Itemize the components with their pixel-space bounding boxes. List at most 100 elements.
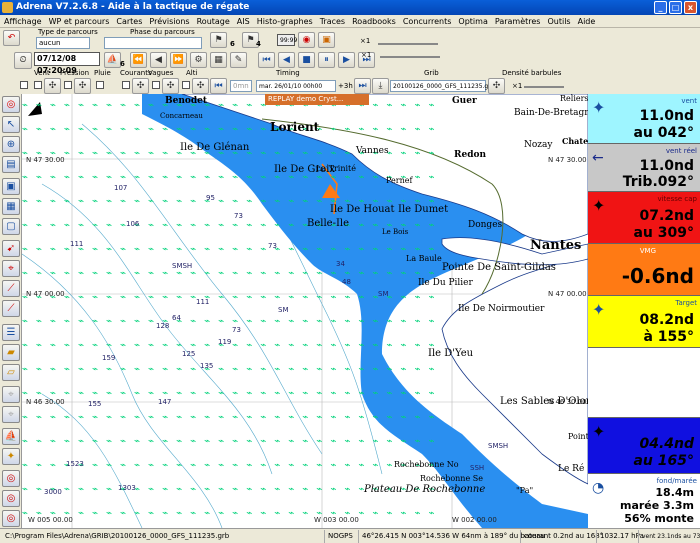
- densite-slider[interactable]: [524, 86, 564, 88]
- coord-label: N 47 30.00: [26, 156, 65, 164]
- disabled-tool-2-icon[interactable]: ⌖: [2, 406, 20, 423]
- grib-file-field[interactable]: 20100126_0000_GFS_111235.grb: [390, 80, 495, 92]
- target-2-icon[interactable]: ◎: [2, 490, 20, 507]
- settings-icon[interactable]: ⚙: [190, 52, 207, 68]
- panel-vent[interactable]: ✦ vent 11.0nd au 042°: [588, 94, 700, 144]
- alti-layer-icon[interactable]: ✣: [192, 78, 209, 94]
- timing-offset[interactable]: 0mn: [230, 80, 252, 92]
- grid-tool-icon[interactable]: ▦: [2, 198, 20, 215]
- vagues-layer-icon[interactable]: ✣: [162, 78, 179, 94]
- prev-icon[interactable]: ◀: [278, 52, 295, 68]
- menu-optima[interactable]: Optima: [458, 15, 487, 27]
- vent-layer-icon[interactable]: ✣: [44, 78, 61, 94]
- menu-histo-graphes[interactable]: Histo-graphes: [257, 15, 313, 27]
- menu-affichage[interactable]: Affichage: [4, 15, 42, 27]
- menu-roadbooks[interactable]: Roadbooks: [352, 15, 396, 27]
- place-label: Guer: [452, 96, 477, 106]
- layer-alti-checkbox[interactable]: [182, 81, 190, 89]
- phase-parcours-select[interactable]: [104, 37, 202, 49]
- panel-vmg[interactable]: VMG -0.6nd: [588, 244, 700, 296]
- menu-concurrents[interactable]: Concurrents: [403, 15, 452, 27]
- menu-traces[interactable]: Traces: [320, 15, 345, 27]
- undo-icon[interactable]: ↶: [3, 30, 20, 46]
- target-3-icon[interactable]: ◎: [2, 510, 20, 527]
- layer-vent-checkbox[interactable]: [34, 81, 42, 89]
- depth-label: SM: [278, 306, 289, 314]
- wind-barb-icon[interactable]: ⚑: [210, 32, 227, 48]
- depth-label: 64: [172, 314, 181, 322]
- menu-aide[interactable]: Aide: [578, 15, 596, 27]
- target-icon[interactable]: ◎: [2, 470, 20, 487]
- maximize-button[interactable]: □: [669, 1, 682, 14]
- grib-settings-icon[interactable]: ✣: [488, 78, 505, 94]
- menu-parametres[interactable]: Paramètres: [495, 15, 541, 27]
- play-icon[interactable]: ▶: [338, 52, 355, 68]
- folder-icon[interactable]: ▰: [2, 344, 20, 361]
- zoom-icon[interactable]: ⊕: [2, 136, 20, 153]
- ruler-icon[interactable]: ✎: [230, 52, 247, 68]
- timing-start-icon[interactable]: ⏮: [210, 78, 227, 94]
- layers-icon[interactable]: ☰: [2, 324, 20, 341]
- cursor-icon[interactable]: ↖: [2, 116, 20, 133]
- layer-vagues-checkbox[interactable]: [152, 81, 160, 89]
- current-compass-icon: ✦: [592, 422, 606, 441]
- clock-icon[interactable]: ⏲: [14, 52, 32, 69]
- close-button[interactable]: x: [684, 1, 697, 14]
- menu-previsions[interactable]: Prévisions: [149, 15, 189, 27]
- folder-open-icon[interactable]: ▱: [2, 364, 20, 381]
- courants-layer-icon[interactable]: ✣: [132, 78, 149, 94]
- panel-vitesse-cap[interactable]: ✦ vitesse cap 07.2nd au 309°: [588, 192, 700, 244]
- speed-slider-2[interactable]: [378, 43, 438, 45]
- layer-all-checkbox[interactable]: [20, 81, 28, 89]
- boat-tool-icon[interactable]: ⛵: [2, 428, 20, 445]
- panel-label: VMG: [639, 247, 656, 255]
- timing-select[interactable]: mar. 26/01/10 00h00: [256, 80, 336, 92]
- frame-icon[interactable]: ▢: [2, 218, 20, 235]
- boat-icon[interactable]: ⛵: [104, 52, 121, 68]
- pression-layer-icon[interactable]: ✣: [74, 78, 91, 94]
- lifebuoy-icon[interactable]: ◎: [2, 96, 20, 113]
- polyline-icon[interactable]: ⟋: [2, 280, 20, 297]
- fast-rewind-icon[interactable]: ⏪: [130, 52, 147, 68]
- menu-routage[interactable]: Routage: [197, 15, 230, 27]
- menu-cartes[interactable]: Cartes: [116, 15, 142, 27]
- crop-icon[interactable]: ▣: [2, 178, 20, 195]
- grib-load-icon[interactable]: ⤓: [372, 78, 389, 94]
- layer-pluie-checkbox[interactable]: [96, 81, 104, 89]
- menu-wp-parcours[interactable]: WP et parcours: [49, 15, 110, 27]
- tape-icon[interactable]: ◉: [298, 32, 315, 48]
- panel-fond-maree[interactable]: ◔ fond/marée 18.4m marée 3.3m 56% monte: [588, 474, 700, 528]
- coord-label: N 47 30.00: [548, 156, 587, 164]
- type-parcours-select[interactable]: aucun: [36, 37, 90, 49]
- waypoint-icon[interactable]: ⌖: [2, 260, 20, 277]
- rewind-icon[interactable]: ◀: [150, 52, 167, 68]
- minimize-button[interactable]: _: [654, 1, 667, 14]
- record-icon[interactable]: ▣: [318, 32, 335, 48]
- chart-map[interactable]: ⌁⌁⌁⌁⌁⌁⌁⌁⌁⌁⌁⌁⌁⌁⌁⌁⌁⌁⌁⌁⌁⌁⌁⌁⌁⌁⌁⌁⌁⌁ ⌁⌁⌁⌁⌁⌁⌁⌁⌁…: [22, 94, 588, 528]
- timing-next-icon[interactable]: ⏭: [354, 78, 371, 94]
- speed-slider[interactable]: [380, 56, 440, 58]
- grib-label: Grib: [424, 69, 439, 77]
- pause-icon[interactable]: ⏸: [318, 52, 335, 68]
- panel-vent-reel[interactable]: ← vent réel 11.0nd Trib.092°: [588, 144, 700, 192]
- book-icon[interactable]: ▤: [2, 156, 20, 173]
- skip-start-icon[interactable]: ⏮: [258, 52, 275, 68]
- place-label: Pointe De Saint-Gildas: [442, 262, 556, 273]
- title-bar: Adrena V7.2.6.8 - Aide à la tactique de …: [0, 0, 700, 15]
- panel-courant[interactable]: ✦ 04.4nd au 165°: [588, 418, 700, 474]
- panel-target[interactable]: ✦ Target 08.2nd à 155°: [588, 296, 700, 348]
- place-label: Plateau De Rochebonne: [364, 484, 486, 495]
- compass-tool-icon[interactable]: ✦: [2, 448, 20, 465]
- route-icon[interactable]: ➹: [2, 240, 20, 257]
- menu-ais[interactable]: AIS: [237, 15, 250, 27]
- menu-outils[interactable]: Outils: [547, 15, 570, 27]
- layer-pression-checkbox[interactable]: [64, 81, 72, 89]
- panel-value-3: 56% monte: [624, 512, 694, 525]
- disabled-tool-icon[interactable]: ⌖: [2, 386, 20, 403]
- layer-courants-checkbox[interactable]: [122, 81, 130, 89]
- measure-icon[interactable]: ⟋: [2, 300, 20, 317]
- step-icon[interactable]: ⏩: [170, 52, 187, 68]
- stop-icon[interactable]: ■: [298, 52, 315, 68]
- grid-icon[interactable]: ▦: [210, 52, 227, 68]
- depth-label: 34: [336, 260, 345, 268]
